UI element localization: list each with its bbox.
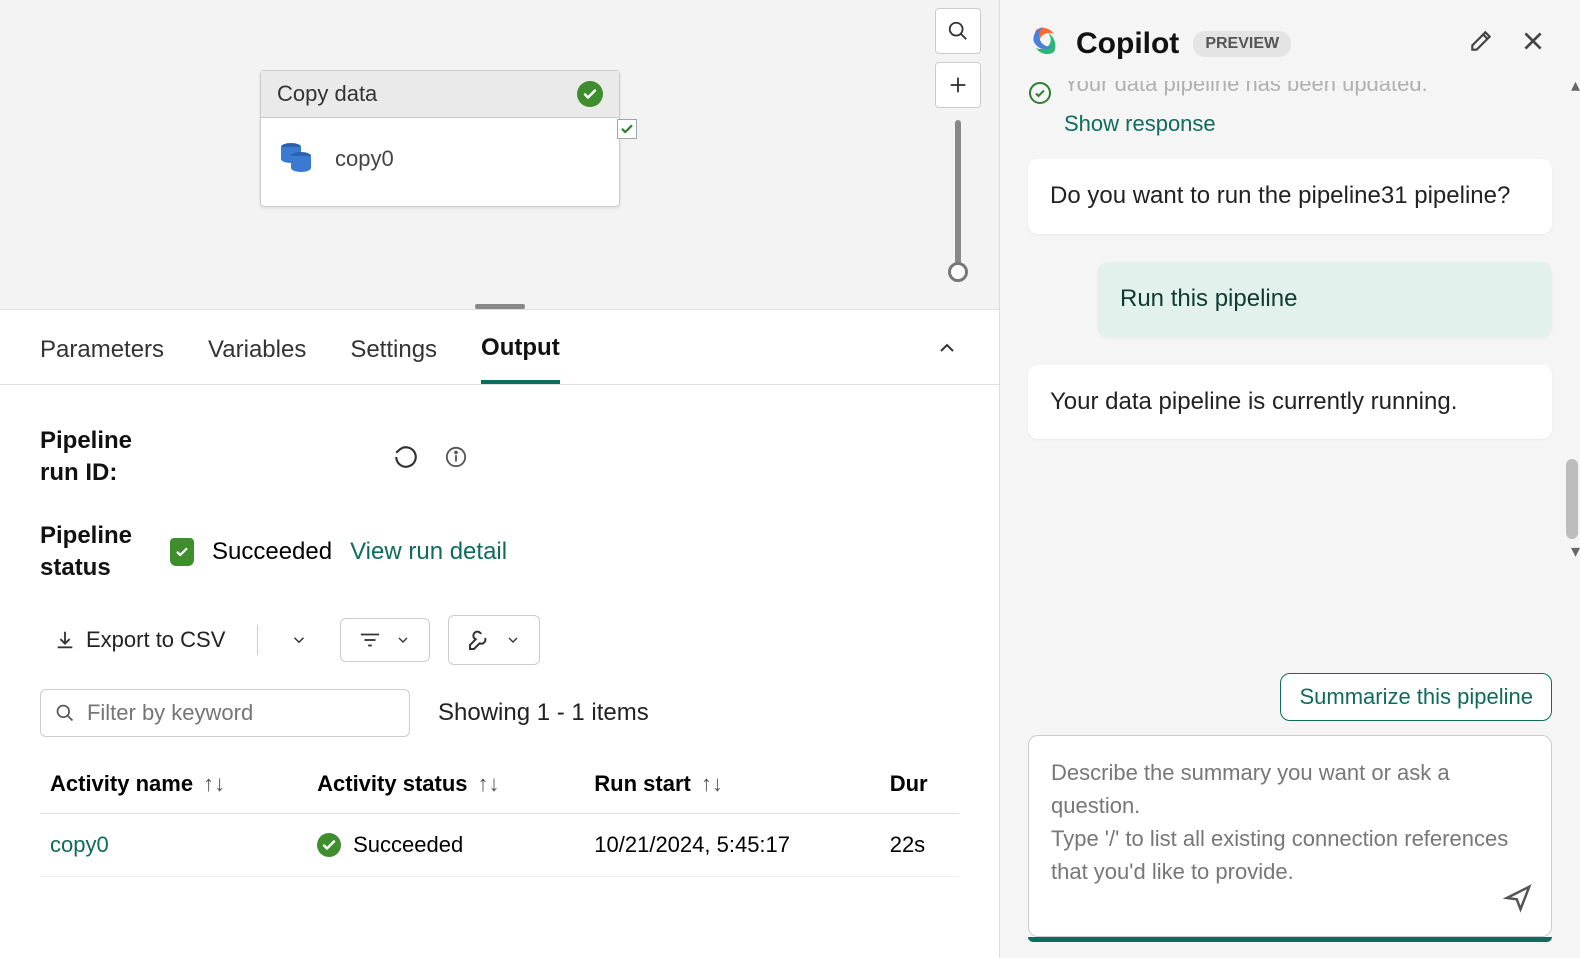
activity-type-label: Copy data bbox=[277, 81, 377, 107]
tab-variables[interactable]: Variables bbox=[208, 336, 306, 382]
zoom-in-button[interactable] bbox=[935, 62, 981, 108]
user-message: Run this pipeline bbox=[1098, 262, 1552, 337]
activity-name-cell[interactable]: copy0 bbox=[50, 832, 109, 857]
output-toolbar: Export to CSV bbox=[40, 615, 959, 665]
duration-cell: 22s bbox=[880, 813, 959, 876]
activities-table: Activity name↑↓ Activity status↑↓ Run st… bbox=[40, 755, 959, 877]
export-csv-label: Export to CSV bbox=[86, 627, 225, 653]
tab-parameters[interactable]: Parameters bbox=[40, 336, 164, 382]
tools-button[interactable] bbox=[448, 615, 540, 665]
on-success-handle[interactable] bbox=[617, 119, 637, 139]
activity-card-header: Copy data bbox=[261, 71, 619, 118]
scroll-up-arrow[interactable]: ▴ bbox=[1571, 79, 1580, 96]
run-id-label: Pipeline run ID: bbox=[40, 425, 170, 490]
assistant-message: Do you want to run the pipeline31 pipeli… bbox=[1028, 159, 1552, 234]
collapse-panel-button[interactable] bbox=[935, 336, 959, 365]
send-button[interactable] bbox=[1503, 883, 1533, 922]
suggestion-chip[interactable]: Summarize this pipeline bbox=[1280, 673, 1552, 721]
main-panel: Copy data copy0 bbox=[0, 0, 1000, 958]
copilot-title: Copilot bbox=[1076, 27, 1179, 61]
copilot-logo-icon bbox=[1028, 24, 1062, 63]
tab-settings[interactable]: Settings bbox=[350, 336, 437, 382]
zoom-slider-thumb[interactable] bbox=[948, 262, 968, 282]
run-start-cell: 10/21/2024, 5:45:17 bbox=[584, 813, 879, 876]
suggestion-row: Summarize this pipeline bbox=[1000, 673, 1580, 735]
previous-message-partial: Your data pipeline has been updated. bbox=[1028, 81, 1552, 105]
status-label: Pipeline status bbox=[40, 520, 170, 585]
input-focus-underline bbox=[1028, 937, 1552, 942]
info-icon[interactable] bbox=[440, 441, 472, 473]
view-run-detail-link[interactable]: View run detail bbox=[350, 538, 507, 566]
table-row[interactable]: copy0 Succeeded 10/21/2024, 5:45:17 22s bbox=[40, 813, 959, 876]
zoom-controls bbox=[935, 8, 981, 280]
sort-icon: ↑↓ bbox=[478, 771, 500, 796]
success-icon bbox=[577, 81, 603, 107]
copilot-input[interactable]: Describe the summary you want or ask a q… bbox=[1028, 735, 1552, 937]
refresh-button[interactable] bbox=[390, 441, 422, 473]
activity-status-cell: Succeeded bbox=[353, 832, 463, 858]
panel-resize-handle[interactable] bbox=[475, 304, 525, 309]
sort-icon: ↑↓ bbox=[203, 771, 225, 796]
copilot-input-placeholder: Describe the summary you want or ask a q… bbox=[1051, 760, 1508, 884]
database-icon bbox=[277, 136, 317, 182]
close-copilot-button[interactable] bbox=[1514, 22, 1552, 65]
copilot-panel: Copilot PREVIEW ▴ Your data pipeline has… bbox=[1000, 0, 1580, 958]
activity-name-label: copy0 bbox=[335, 146, 394, 172]
search-canvas-button[interactable] bbox=[935, 8, 981, 54]
scrollbar-thumb[interactable] bbox=[1566, 459, 1578, 539]
filter-columns-button[interactable] bbox=[340, 618, 430, 662]
search-icon bbox=[55, 702, 75, 724]
tab-output[interactable]: Output bbox=[481, 334, 560, 384]
success-icon bbox=[317, 833, 341, 857]
filter-keyword-input[interactable] bbox=[87, 700, 395, 726]
check-circle-icon bbox=[1028, 81, 1052, 105]
preview-badge: PREVIEW bbox=[1193, 31, 1291, 57]
assistant-message: Your data pipeline is currently running. bbox=[1028, 365, 1552, 440]
output-panel: Pipeline run ID: Pipeline status Succeed… bbox=[0, 385, 999, 877]
pipeline-canvas[interactable]: Copy data copy0 bbox=[0, 0, 999, 310]
copilot-header: Copilot PREVIEW bbox=[1000, 0, 1580, 79]
status-value: Succeeded bbox=[212, 538, 332, 566]
filter-keyword-input-wrapper bbox=[40, 689, 410, 737]
scroll-down-arrow[interactable]: ▾ bbox=[1571, 541, 1580, 562]
chat-scroll-area[interactable]: ▴ Your data pipeline has been updated. S… bbox=[1000, 79, 1580, 673]
export-csv-dropdown[interactable] bbox=[276, 621, 322, 659]
sort-icon: ↑↓ bbox=[701, 771, 723, 796]
details-tabs: Parameters Variables Settings Output bbox=[0, 310, 999, 385]
zoom-slider[interactable] bbox=[955, 120, 961, 280]
col-activity-status[interactable]: Activity status↑↓ bbox=[307, 755, 584, 814]
export-csv-button[interactable]: Export to CSV bbox=[40, 617, 239, 663]
table-header-row: Activity name↑↓ Activity status↑↓ Run st… bbox=[40, 755, 959, 814]
clear-chat-button[interactable] bbox=[1462, 22, 1500, 65]
col-duration[interactable]: Dur bbox=[880, 755, 959, 814]
activity-card-copy-data[interactable]: Copy data copy0 bbox=[260, 70, 620, 207]
col-run-start[interactable]: Run start↑↓ bbox=[584, 755, 879, 814]
col-activity-name[interactable]: Activity name↑↓ bbox=[40, 755, 307, 814]
activity-card-body: copy0 bbox=[261, 118, 619, 206]
showing-count: Showing 1 - 1 items bbox=[438, 699, 649, 727]
show-response-link[interactable]: Show response bbox=[1064, 111, 1552, 137]
shield-check-icon bbox=[170, 538, 194, 566]
toolbar-divider bbox=[257, 625, 258, 655]
